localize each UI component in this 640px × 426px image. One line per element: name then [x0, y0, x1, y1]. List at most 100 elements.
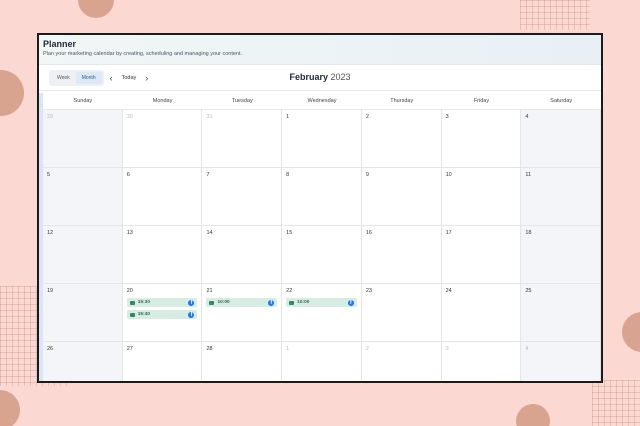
day-number: 22	[286, 288, 293, 294]
decorative-grid	[592, 380, 640, 426]
calendar-day-cell[interactable]: 20 15:30 f 15:40 f	[123, 284, 203, 341]
day-number: 15	[286, 230, 293, 236]
calendar-day-cell[interactable]: 24	[442, 284, 522, 341]
calendar-day-cell[interactable]: 23	[362, 284, 442, 341]
calendar-week: 5 6 7 8 9 10 11	[43, 168, 601, 226]
post-type-icon	[209, 300, 215, 305]
day-number: 27	[126, 346, 133, 352]
day-number: 21	[206, 288, 213, 294]
calendar-day-cell[interactable]: 28	[202, 342, 283, 381]
decorative-circle	[622, 312, 640, 352]
page-subtitle: Plan your marketing calendar by creating…	[43, 51, 243, 57]
day-header-sunday: Sunday	[73, 98, 93, 104]
day-number: 17	[445, 230, 452, 236]
day-number: 13	[126, 230, 133, 236]
calendar-day-cell[interactable]: 19	[43, 284, 123, 341]
calendar-day-cell[interactable]: 1	[282, 110, 362, 167]
day-number: 29	[47, 114, 54, 120]
day-number: 1	[286, 114, 290, 120]
calendar-day-cell[interactable]: 22 10:00 f	[282, 284, 362, 341]
calendar-day-cell[interactable]: 8	[282, 168, 362, 225]
day-number: 28	[206, 346, 213, 352]
scheduled-post[interactable]: 10:00 f	[206, 298, 278, 307]
day-number: 8	[286, 172, 290, 178]
calendar-day-cell[interactable]: 6	[123, 168, 203, 225]
scheduled-post[interactable]: 15:30 f	[126, 298, 198, 307]
today-button[interactable]: Today	[119, 75, 140, 81]
day-number: 5	[47, 172, 51, 178]
calendar-day-cell[interactable]: 21 10:00 f	[202, 284, 283, 341]
calendar-weeks: 29 30 31 1 2 3 4 5 6 7 8 9 10 11 12 13 14 15 16 17 18 19 20 15:…	[43, 110, 601, 381]
day-number: 18	[525, 230, 532, 236]
view-toggle: Week Month	[49, 69, 104, 86]
calendar-day-cell[interactable]: 13	[123, 226, 203, 283]
calendar-day-cell[interactable]: 3	[442, 110, 522, 167]
day-number: 19	[47, 288, 54, 294]
decorative-circle	[78, 0, 114, 18]
planner-window: Planner Plan your marketing calendar by …	[37, 33, 603, 383]
day-number: 9	[365, 172, 369, 178]
decorative-circle	[0, 70, 24, 116]
day-number: 10	[445, 172, 452, 178]
calendar-day-cell[interactable]: 4	[521, 342, 601, 381]
calendar-day-cell[interactable]: 3	[442, 342, 522, 381]
day-header-friday: Friday	[473, 98, 490, 104]
calendar-day-cell[interactable]: 14	[202, 226, 283, 283]
calendar-week: 29 30 31 1 2 3 4	[43, 110, 601, 168]
calendar-day-cell[interactable]: 5	[43, 168, 123, 225]
day-number: 25	[525, 288, 532, 294]
calendar-week: 12 13 14 15 16 17 18	[43, 226, 601, 284]
facebook-icon: f	[188, 299, 195, 306]
day-number: 1	[286, 346, 290, 352]
post-time: 15:40	[137, 312, 150, 317]
calendar-day-cell[interactable]: 7	[202, 168, 283, 225]
calendar-day-cell[interactable]: 1	[282, 342, 362, 381]
calendar-day-cell[interactable]: 18	[521, 226, 601, 283]
chevron-left-icon[interactable]: ‹	[110, 71, 113, 85]
day-header-wednesday: Wednesday	[307, 98, 337, 104]
post-type-icon	[289, 300, 295, 305]
calendar-day-cell[interactable]: 9	[362, 168, 442, 225]
calendar-day-cell[interactable]: 25	[521, 284, 601, 341]
post-time: 10:00	[217, 300, 230, 305]
calendar-day-cell[interactable]: 2	[362, 110, 442, 167]
day-headers: Sunday Monday Tuesday Wednesday Thursday…	[43, 93, 601, 110]
day-number: 16	[365, 230, 372, 236]
calendar-day-cell[interactable]: 10	[442, 168, 522, 225]
calendar-day-cell[interactable]: 31	[202, 110, 283, 167]
calendar-day-cell[interactable]: 17	[442, 226, 522, 283]
day-number: 7	[206, 172, 210, 178]
scheduled-post[interactable]: 15:40 f	[126, 310, 198, 319]
month-view-button[interactable]: Month	[75, 71, 102, 84]
day-header-monday: Monday	[152, 98, 173, 104]
planner-header: Planner Plan your marketing calendar by …	[39, 35, 601, 65]
post-time: 10:00	[297, 300, 310, 305]
calendar-day-cell[interactable]: 27	[123, 342, 203, 381]
chevron-right-icon[interactable]: ›	[145, 71, 148, 85]
day-number: 23	[365, 288, 372, 294]
calendar-day-cell[interactable]: 11	[521, 168, 601, 225]
calendar-day-cell[interactable]: 15	[282, 226, 362, 283]
calendar-day-cell[interactable]: 12	[43, 226, 123, 283]
month-name: February	[289, 72, 328, 82]
calendar-day-cell[interactable]: 4	[521, 110, 601, 167]
day-number: 30	[126, 114, 133, 120]
calendar-day-cell[interactable]: 2	[362, 342, 442, 381]
post-type-icon	[129, 300, 135, 305]
day-number: 14	[206, 230, 213, 236]
calendar-week: 26 27 28 1 2 3 4	[43, 342, 601, 381]
facebook-icon: f	[347, 299, 354, 306]
day-header-tuesday: Tuesday	[231, 98, 253, 104]
scheduled-post[interactable]: 10:00 f	[286, 298, 357, 307]
week-view-button[interactable]: Week	[51, 72, 76, 84]
calendar-day-cell[interactable]: 16	[362, 226, 442, 283]
day-header-thursday: Thursday	[390, 98, 414, 104]
day-number: 4	[525, 114, 529, 120]
calendar-toolbar: Week Month ‹ Today › February 2023	[39, 65, 601, 91]
month-calendar: Sunday Monday Tuesday Wednesday Thursday…	[39, 93, 601, 381]
calendar-day-cell[interactable]: 30	[123, 110, 203, 167]
calendar-day-cell[interactable]: 29	[43, 110, 123, 167]
day-number: 2	[365, 114, 369, 120]
facebook-icon: f	[188, 311, 195, 318]
calendar-day-cell[interactable]: 26	[43, 342, 123, 381]
